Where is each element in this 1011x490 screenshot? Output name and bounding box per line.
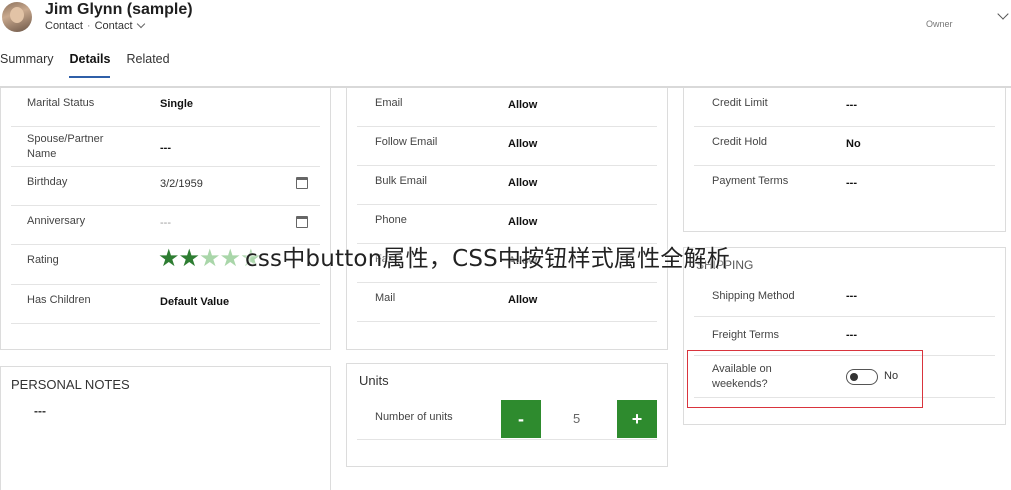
star-icon-filled[interactable]: ★ — [158, 245, 179, 272]
field-value: 3/2/1959 — [160, 178, 203, 190]
record-subline: Contact · Contact — [45, 19, 145, 32]
decrement-button[interactable]: - — [501, 400, 541, 438]
field-label: Credit Limit — [712, 97, 768, 109]
personal-information-section: Marital Status Single Spouse/Partner Nam… — [0, 88, 331, 350]
field-value: Default Value — [160, 296, 230, 308]
tab-details[interactable]: Details — [69, 52, 111, 78]
tab-summary[interactable]: Summary — [0, 52, 53, 78]
field-label: Birthday — [27, 176, 68, 188]
field-marital-status[interactable]: Marital Status Single — [11, 88, 320, 127]
field-credit-hold[interactable]: Credit Hold No — [694, 127, 995, 166]
record-header: Jim Glynn (sample) Contact · Contact Owner… — [0, 0, 1011, 88]
field-label: Freight Terms — [712, 329, 780, 341]
avatar[interactable] — [2, 2, 32, 32]
star-icon-empty[interactable]: ★ — [199, 245, 220, 272]
field-value: --- — [160, 142, 171, 154]
field-bulk-email[interactable]: Bulk Email Allow — [357, 166, 657, 205]
row-divider — [357, 439, 657, 440]
field-birthday[interactable]: Birthday 3/2/1959 — [11, 167, 320, 206]
field-label: Bulk Email — [375, 175, 427, 187]
star-icon-empty[interactable]: ★ — [220, 245, 241, 272]
field-label: Mail — [375, 292, 396, 304]
weekends-toggle[interactable] — [846, 369, 878, 385]
field-payment-terms[interactable]: Payment Terms --- — [694, 166, 995, 205]
personal-notes-section: PERSONAL NOTES --- — [0, 366, 331, 490]
owner-name-redacted[interactable] — [928, 5, 988, 15]
field-value: Single — [160, 98, 194, 110]
field-value: Allow — [508, 177, 538, 189]
notes-field[interactable]: --- — [34, 404, 46, 418]
record-title: Jim Glynn (sample) — [45, 1, 193, 18]
field-value: --- — [846, 99, 857, 111]
increment-button[interactable]: + — [617, 400, 657, 438]
field-label: Rating — [27, 254, 59, 266]
field-label: Payment Terms — [712, 175, 789, 187]
billing-section: Credit Limit --- Credit Hold No Payment … — [683, 88, 1006, 232]
field-value: Allow — [508, 294, 538, 306]
toggle-knob — [850, 373, 858, 381]
field-label: Number of units — [375, 411, 453, 423]
form-selector-label: Contact — [94, 20, 133, 32]
field-label: Anniversary — [27, 215, 86, 227]
field-value: --- — [846, 329, 857, 341]
section-title: Units — [359, 373, 389, 388]
field-value: No — [846, 138, 861, 150]
field-label: Credit Hold — [712, 136, 768, 148]
field-credit-limit[interactable]: Credit Limit --- — [694, 88, 995, 127]
field-email[interactable]: Email Allow — [357, 88, 657, 127]
owner-label: Owner — [926, 19, 953, 29]
calendar-icon[interactable] — [296, 177, 308, 189]
field-shipping-method[interactable]: Shipping Method --- — [694, 278, 995, 317]
field-mail[interactable]: Mail Allow — [357, 283, 657, 322]
field-value: Allow — [508, 216, 538, 228]
field-label: Marital Status — [27, 97, 95, 109]
tab-related[interactable]: Related — [126, 52, 169, 78]
field-label: Follow Email — [375, 136, 438, 148]
watermark-caption: css中button属性，CSS中按钮样式属性全解析 — [245, 246, 730, 272]
entity-label: Contact — [45, 20, 83, 32]
field-value: --- — [160, 217, 171, 229]
expand-header-chevron-icon[interactable] — [997, 8, 1009, 20]
field-value: --- — [846, 290, 857, 302]
field-has-children[interactable]: Has Children Default Value — [11, 285, 320, 324]
field-label: Available on weekends? — [712, 363, 772, 390]
star-icon-filled[interactable]: ★ — [179, 245, 200, 272]
calendar-icon[interactable] — [296, 216, 308, 228]
field-value: --- — [846, 177, 857, 189]
chevron-down-icon — [136, 19, 145, 29]
field-label: Shipping Method — [712, 290, 795, 302]
tab-bar: Summary Details Related — [0, 52, 186, 78]
field-available-on-weekends[interactable]: Available on weekends? No — [694, 356, 995, 398]
toggle-state-label: No — [884, 370, 899, 382]
field-label: Has Children — [27, 294, 91, 306]
field-label: Phone — [375, 214, 407, 226]
section-title: PERSONAL NOTES — [11, 377, 130, 392]
units-section: Units Number of units - 5 + — [346, 363, 668, 467]
field-freight-terms[interactable]: Freight Terms --- — [694, 317, 995, 356]
field-value: Allow — [508, 99, 538, 111]
contact-preferences-section: Email Allow Follow Email Allow Bulk Emai… — [346, 88, 668, 350]
field-value: Allow — [508, 138, 538, 150]
quantity-value[interactable]: 5 — [573, 411, 580, 426]
shipping-section: SHIPPING Shipping Method --- Freight Ter… — [683, 247, 1006, 425]
field-label: Email — [375, 97, 403, 109]
separator-dot: · — [86, 20, 91, 32]
field-spouse-partner-name[interactable]: Spouse/Partner Name --- — [11, 128, 320, 167]
form-selector[interactable]: Contact — [94, 19, 145, 32]
field-follow-email[interactable]: Follow Email Allow — [357, 127, 657, 166]
field-label: Spouse/Partner Name — [27, 133, 104, 160]
